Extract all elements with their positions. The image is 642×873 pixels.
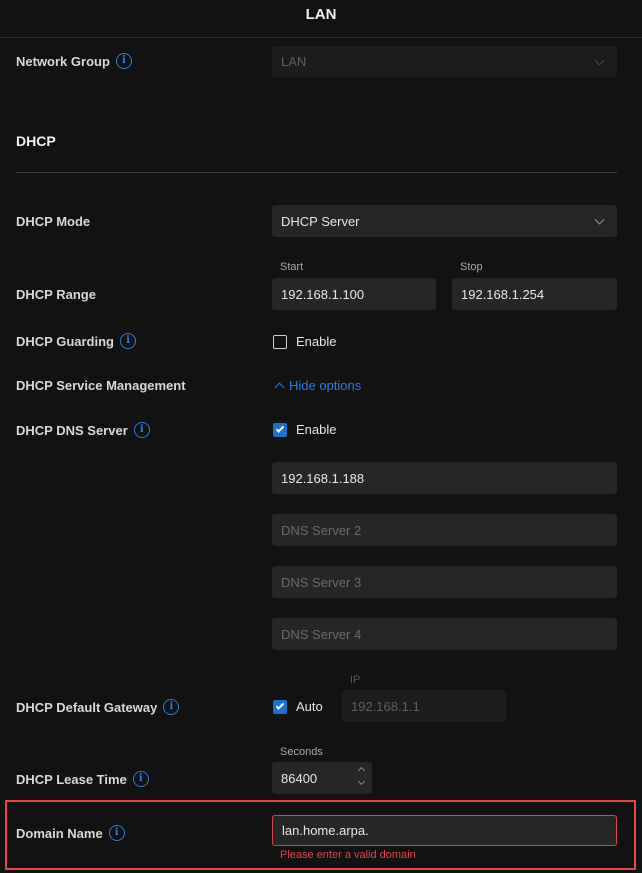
dns-server-3-input[interactable]: DNS Server 3 bbox=[272, 566, 617, 598]
checkmark-icon bbox=[275, 700, 285, 710]
dns-server-1-value: 192.168.1.188 bbox=[281, 470, 365, 486]
gateway-ip-input: 192.168.1.1 bbox=[342, 690, 506, 722]
info-icon[interactable]: i bbox=[108, 825, 125, 841]
dns-server-checkbox-label: Enable bbox=[296, 422, 337, 437]
info-icon[interactable]: i bbox=[133, 422, 150, 438]
dhcp-mode-value: DHCP Server bbox=[281, 213, 360, 229]
page-title: LAN bbox=[305, 6, 337, 23]
dhcp-mode-select[interactable]: DHCP Server bbox=[272, 205, 617, 237]
increment-icon[interactable] bbox=[357, 766, 366, 775]
gateway-ip-placeholder: 192.168.1.1 bbox=[351, 698, 420, 714]
range-stop-value: 192.168.1.254 bbox=[461, 286, 545, 302]
default-gateway-label: DHCP Default Gateway i bbox=[16, 699, 180, 715]
dns-server-checkbox-row[interactable]: Enable bbox=[273, 422, 336, 437]
stepper-arrows[interactable] bbox=[357, 766, 366, 786]
dns-server-label-text: DHCP DNS Server bbox=[16, 422, 128, 438]
domain-name-input[interactable]: lan.home.arpa. bbox=[272, 815, 617, 846]
default-gateway-label-text: DHCP Default Gateway bbox=[16, 699, 158, 715]
range-start-label: Start bbox=[280, 261, 304, 273]
info-icon[interactable]: i bbox=[132, 771, 149, 787]
gateway-auto-checkbox[interactable] bbox=[273, 699, 287, 714]
lease-time-label-text: DHCP Lease Time bbox=[16, 771, 127, 787]
dhcp-guarding-checkbox-label: Enable bbox=[296, 334, 337, 349]
decrement-icon[interactable] bbox=[357, 777, 366, 786]
domain-name-label-text: Domain Name bbox=[16, 825, 103, 841]
info-icon[interactable]: i bbox=[115, 53, 132, 69]
range-start-value: 192.168.1.100 bbox=[281, 286, 365, 302]
dhcp-guarding-checkbox-row[interactable]: Enable bbox=[273, 334, 336, 349]
lease-time-label: DHCP Lease Time i bbox=[16, 771, 149, 787]
dhcp-guarding-checkbox[interactable] bbox=[273, 334, 287, 349]
service-management-label-text: DHCP Service Management bbox=[16, 378, 186, 393]
dns-server-label: DHCP DNS Server i bbox=[16, 422, 150, 438]
lease-time-value: 86400 bbox=[281, 770, 318, 786]
chevron-down-icon bbox=[594, 55, 605, 66]
range-start-input[interactable]: 192.168.1.100 bbox=[272, 278, 436, 310]
dhcp-section-title: DHCP bbox=[16, 133, 56, 149]
info-icon[interactable]: i bbox=[163, 699, 180, 715]
service-management-label: DHCP Service Management bbox=[16, 378, 186, 393]
dns-server-3-placeholder: DNS Server 3 bbox=[281, 574, 362, 590]
gateway-auto-checkbox-label: Auto bbox=[296, 699, 323, 714]
chevron-down-icon bbox=[594, 214, 605, 225]
info-icon[interactable]: i bbox=[120, 333, 136, 349]
gateway-auto-checkbox-row[interactable]: Auto bbox=[273, 699, 323, 714]
section-divider bbox=[16, 172, 617, 173]
dns-server-2-input[interactable]: DNS Server 2 bbox=[272, 514, 617, 546]
gateway-ip-label: IP bbox=[350, 674, 361, 686]
network-group-label-text: Network Group bbox=[16, 53, 110, 69]
checkmark-icon bbox=[275, 423, 285, 433]
chevron-up-icon bbox=[274, 382, 285, 393]
dns-server-4-input[interactable]: DNS Server 4 bbox=[272, 618, 617, 650]
dhcp-range-label-text: DHCP Range bbox=[16, 287, 96, 302]
header-divider bbox=[0, 37, 642, 38]
network-group-label: Network Group i bbox=[16, 53, 132, 69]
range-stop-input[interactable]: 192.168.1.254 bbox=[452, 278, 617, 310]
network-group-select: LAN bbox=[272, 46, 617, 77]
dhcp-guarding-label: DHCP Guarding i bbox=[16, 333, 136, 349]
lease-time-unit-label: Seconds bbox=[280, 746, 323, 758]
hide-options-text: Hide options bbox=[289, 378, 362, 393]
dhcp-mode-label-text: DHCP Mode bbox=[16, 214, 91, 229]
dns-server-checkbox[interactable] bbox=[273, 422, 287, 437]
dns-server-2-placeholder: DNS Server 2 bbox=[281, 522, 362, 538]
range-stop-label: Stop bbox=[460, 261, 483, 273]
lease-time-stepper[interactable]: 86400 bbox=[272, 762, 372, 794]
network-group-value: LAN bbox=[281, 54, 307, 69]
dhcp-range-label: DHCP Range bbox=[16, 287, 96, 302]
hide-options-link[interactable]: Hide options bbox=[274, 378, 362, 393]
dns-server-1-input[interactable]: 192.168.1.188 bbox=[272, 462, 617, 494]
domain-name-error: Please enter a valid domain bbox=[280, 849, 416, 861]
dhcp-mode-label: DHCP Mode bbox=[16, 214, 90, 229]
dhcp-guarding-label-text: DHCP Guarding bbox=[16, 333, 114, 349]
domain-name-value: lan.home.arpa. bbox=[282, 823, 369, 838]
domain-name-label: Domain Name i bbox=[16, 825, 125, 841]
dns-server-4-placeholder: DNS Server 4 bbox=[281, 626, 362, 642]
